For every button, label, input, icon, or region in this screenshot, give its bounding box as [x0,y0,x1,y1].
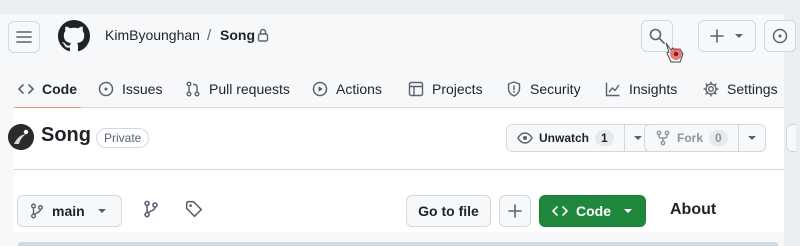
add-file-button[interactable] [499,195,531,227]
fork-button[interactable]: Fork 0 [644,124,739,152]
code-icon [18,84,34,94]
avatar[interactable] [8,124,34,150]
play-icon [312,81,328,97]
fork-label: Fork [677,131,704,145]
tag-icon[interactable] [185,200,203,218]
repo-nav: Code Issues Pull requests Actions Projec… [14,70,784,109]
chevron-down-icon [747,136,756,140]
code-button-label: Code [576,203,611,219]
visibility-badge: Private [96,128,150,148]
watch-count: 1 [595,130,614,146]
tab-insights[interactable]: Insights [605,70,677,108]
file-toolbar: main Go to file Code About [14,170,784,232]
plus-icon [710,29,724,43]
pull-request-icon [186,81,200,97]
tab-actions-label: Actions [336,81,382,97]
tab-pull-requests[interactable]: Pull requests [185,70,290,108]
chevron-down-icon [97,209,106,213]
issue-icon [98,81,114,97]
repo-title[interactable]: Song [41,124,91,147]
tab-pull-requests-label: Pull requests [209,81,290,97]
breadcrumb-separator: / [207,27,212,44]
watch-button-group: Unwatch 1 [506,124,652,152]
branch-name: main [52,203,85,219]
tab-projects-label: Projects [432,81,483,97]
fork-dropdown-button[interactable] [738,124,766,152]
fork-button-group: Fork 0 [644,124,766,152]
tab-issues[interactable]: Issues [98,70,162,108]
tab-code-label: Code [42,81,77,97]
file-list-top-edge [18,242,778,246]
fork-icon [656,130,670,146]
tab-issues-label: Issues [122,81,163,97]
graph-icon [605,82,620,97]
go-to-file-button[interactable]: Go to file [406,195,491,227]
repo-header: KimByounghan / Song Code Issues Pull req… [8,14,796,109]
eye-icon [517,132,533,144]
github-logo-icon[interactable] [58,20,90,52]
window-top-edge [0,0,800,14]
code-icon [552,206,568,216]
unwatch-label: Unwatch [539,131,590,145]
tab-security[interactable]: Security [506,70,581,108]
chevron-down-icon [633,136,642,140]
tab-code[interactable]: Code [14,70,81,109]
code-dropdown-button[interactable]: Code [539,195,646,227]
star-button-partial[interactable] [786,124,796,152]
chevron-down-icon [735,34,743,38]
create-new-button[interactable] [698,20,756,52]
repo-title-row: Song Private Unwatch 1 Fork 0 [8,108,796,170]
breadcrumb-owner[interactable]: KimByounghan [105,27,200,43]
repository-page: KimByounghan / Song Code Issues Pull req… [8,14,796,232]
fork-count: 0 [709,130,728,146]
issue-icon [772,28,788,44]
unwatch-button[interactable]: Unwatch 1 [506,124,625,152]
hamburger-icon [16,31,32,43]
gear-icon [703,81,719,97]
hand-cursor-icon [665,42,684,63]
tab-settings-label: Settings [727,81,778,97]
menu-button[interactable] [8,21,40,53]
branches-icon[interactable] [143,200,159,218]
breadcrumb-repo[interactable]: Song [220,27,255,43]
branch-selector[interactable]: main [17,195,122,227]
table-icon [408,81,424,97]
chevron-down-icon [624,209,632,213]
tab-insights-label: Insights [629,81,678,97]
about-heading: About [670,201,717,218]
tab-security-label: Security [530,81,581,97]
tab-actions[interactable]: Actions [312,70,382,108]
issues-shortcut-button[interactable] [764,20,796,52]
plus-icon [508,204,522,218]
tab-projects[interactable]: Projects [408,70,483,108]
branch-icon [31,203,43,219]
shield-icon [507,81,521,97]
tab-settings[interactable]: Settings [703,70,778,108]
lock-icon [257,28,269,42]
